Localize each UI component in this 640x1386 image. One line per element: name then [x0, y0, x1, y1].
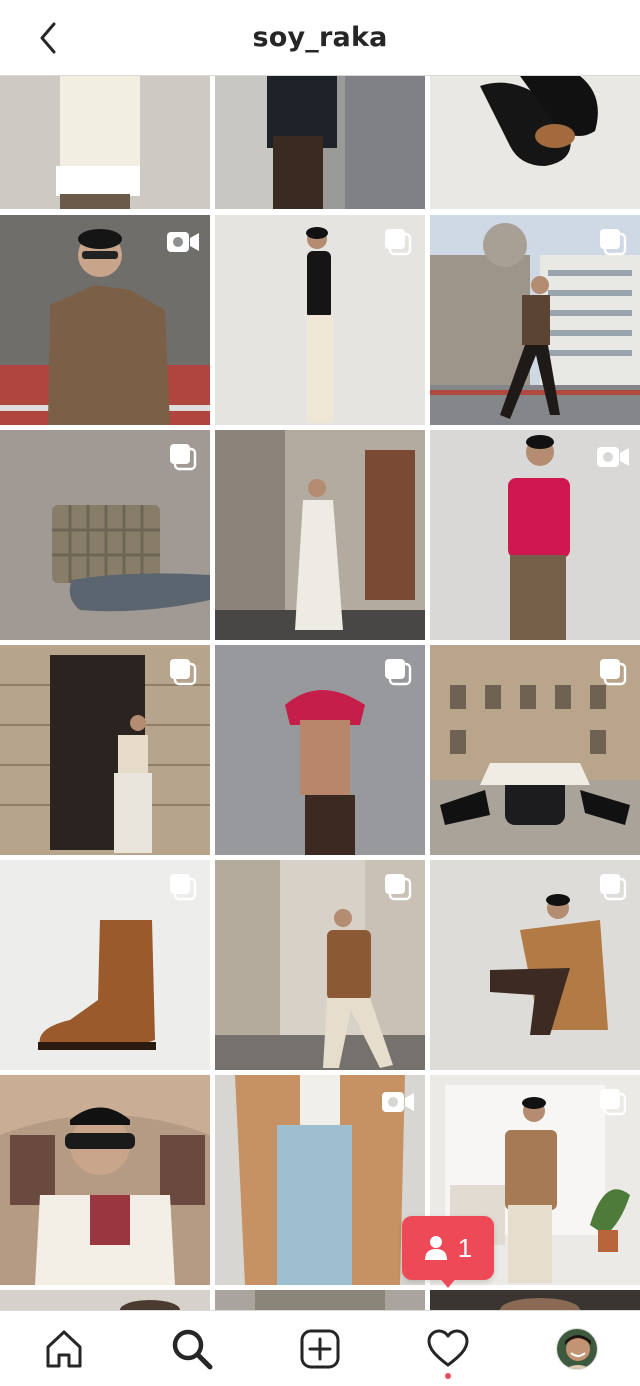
- post-tile[interactable]: [0, 645, 210, 855]
- carousel-post-icon: [596, 872, 630, 902]
- post-tile[interactable]: [430, 645, 640, 855]
- post-tile[interactable]: [215, 860, 425, 1070]
- video-post-icon: [381, 1087, 415, 1117]
- carousel-post-icon: [381, 657, 415, 687]
- tab-activity[interactable]: [424, 1325, 472, 1373]
- carousel-post-icon: [166, 657, 200, 687]
- header-bar: soy_raka: [0, 0, 640, 76]
- carousel-post-icon: [381, 227, 415, 257]
- post-tile[interactable]: [215, 1075, 425, 1285]
- carousel-post-icon: [381, 872, 415, 902]
- tab-home[interactable]: [40, 1325, 88, 1373]
- chevron-left-icon: [40, 22, 56, 54]
- carousel-post-icon: [596, 1087, 630, 1117]
- post-tile[interactable]: [0, 1290, 210, 1310]
- profile-username-title: soy_raka: [252, 22, 388, 53]
- back-button[interactable]: [30, 20, 66, 56]
- person-icon: [424, 1236, 447, 1260]
- notification-count: 1: [457, 1232, 473, 1263]
- post-tile[interactable]: [215, 430, 425, 640]
- notification-pointer: [438, 1276, 458, 1288]
- video-post-icon: [166, 227, 200, 257]
- search-icon: [172, 1329, 213, 1370]
- post-tile[interactable]: [215, 76, 425, 209]
- carousel-post-icon: [166, 442, 200, 472]
- post-tile[interactable]: [0, 76, 210, 209]
- post-tile[interactable]: [430, 76, 640, 209]
- video-post-icon: [596, 442, 630, 472]
- profile-avatar[interactable]: [556, 1328, 598, 1370]
- bottom-tab-bar: [0, 1310, 640, 1386]
- post-tile[interactable]: [215, 1290, 425, 1310]
- post-tile[interactable]: [0, 1075, 210, 1285]
- activity-indicator-dot: [445, 1373, 451, 1379]
- posts-grid: [0, 76, 640, 1310]
- post-tile[interactable]: [0, 860, 210, 1070]
- new-post-icon: [300, 1329, 340, 1369]
- tab-new-post[interactable]: [296, 1325, 344, 1373]
- tab-search[interactable]: [168, 1325, 216, 1373]
- heart-icon: [427, 1329, 469, 1367]
- activity-notification-badge[interactable]: 1: [402, 1216, 494, 1280]
- carousel-post-icon: [596, 657, 630, 687]
- post-tile[interactable]: [215, 645, 425, 855]
- post-tile[interactable]: [430, 215, 640, 425]
- carousel-post-icon: [166, 872, 200, 902]
- avatar-image: [557, 1329, 597, 1369]
- post-tile[interactable]: [430, 430, 640, 640]
- post-tile[interactable]: [0, 215, 210, 425]
- post-tile[interactable]: [215, 215, 425, 425]
- home-icon: [46, 1330, 82, 1368]
- post-tile[interactable]: [430, 1290, 640, 1310]
- carousel-post-icon: [596, 227, 630, 257]
- post-tile[interactable]: [0, 430, 210, 640]
- post-tile[interactable]: [430, 860, 640, 1070]
